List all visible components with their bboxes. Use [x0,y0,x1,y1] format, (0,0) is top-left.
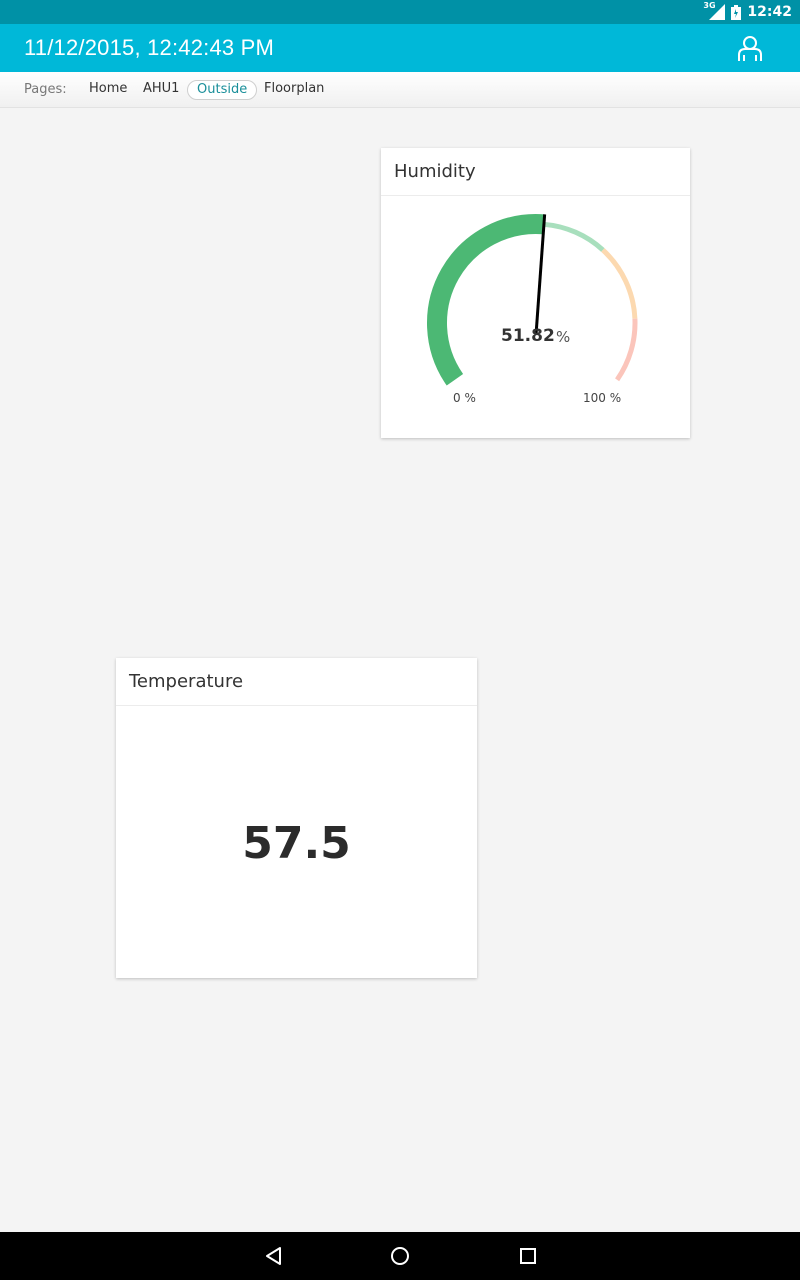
page-link-ahu1[interactable]: AHU1 [143,81,179,96]
recents-icon [520,1248,536,1264]
user-button[interactable] [736,34,764,62]
signal-icon: 3G [703,1,726,20]
humidity-gauge [427,214,638,386]
gauge-range-warning [601,248,638,319]
user-icon [738,36,762,61]
page-link-outside[interactable]: Outside [187,80,258,100]
network-type: 3G [703,1,716,10]
recents-button[interactable] [516,1244,540,1268]
humidity-value: 51.82 [501,326,555,346]
back-button[interactable] [262,1244,286,1268]
pages-bar: Pages: Home AHU1 Outside Floorplan [0,72,800,108]
home-icon [391,1247,409,1265]
status-icons: 3G 12:42 [703,0,792,24]
gauge-max-label: 100 % [583,391,622,405]
battery-icon [731,4,742,20]
pages-label: Pages: [24,82,67,97]
humidity-unit: % [556,328,571,346]
gauge-range-alert [615,318,638,382]
temperature-card: Temperature 57.5 [116,658,477,978]
humidity-card: Humidity 51.82 % 0 % 100 % [381,148,690,438]
gauge-filled-arc [427,214,545,386]
app-title: 11/12/2015, 12:42:43 PM [24,35,275,60]
page-link-floorplan[interactable]: Floorplan [264,81,324,96]
gauge-range-good [543,221,605,252]
page-link-home[interactable]: Home [89,81,127,96]
gauge-min-label: 0 % [453,391,476,405]
app-bar: 11/12/2015, 12:42:43 PM [0,24,800,72]
temperature-value: 57.5 [242,818,351,869]
home-button[interactable] [388,1244,412,1268]
nav-bar [0,1232,800,1280]
humidity-title: Humidity [381,148,690,196]
status-bar: 3G 12:42 [0,0,800,24]
back-icon [266,1247,281,1265]
temperature-title: Temperature [116,658,477,706]
status-time: 12:42 [747,4,792,20]
